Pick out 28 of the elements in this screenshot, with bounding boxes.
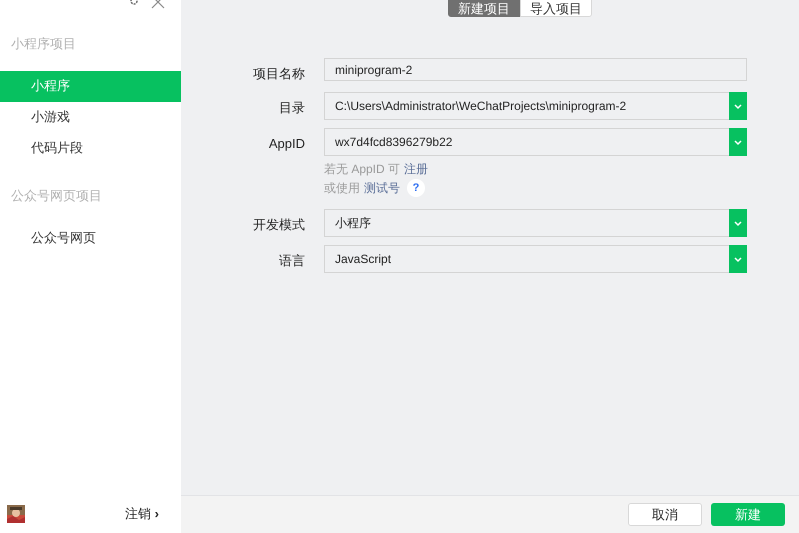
cancel-button[interactable]: 取消: [628, 503, 702, 526]
section-heading: 小程序项目: [10, 35, 77, 53]
field-label: 项目名称: [252, 65, 305, 83]
field-label: 语言: [278, 252, 305, 270]
sidebar-item[interactable]: 小游戏: [0, 102, 181, 132]
tab[interactable]: 导入项目: [520, 0, 592, 17]
field-label: AppID: [268, 134, 305, 153]
dropdown[interactable]: 小程序: [324, 208, 747, 236]
chevron-down-icon[interactable]: [729, 128, 747, 156]
hint-text: 或使用: [324, 180, 360, 197]
link[interactable]: 测试号: [364, 179, 400, 197]
sidebar-item[interactable]: 代码片段: [0, 132, 181, 164]
hint-text: 若无 AppID 可: [324, 161, 400, 178]
link[interactable]: 注册: [404, 160, 428, 178]
section-heading: 公众号网页项目: [10, 186, 103, 204]
chevron-down-icon[interactable]: [729, 208, 747, 236]
chevron-down-icon[interactable]: [729, 244, 747, 272]
field-label: 开发模式: [252, 216, 305, 234]
dropdown[interactable]: C:\Users\Administrator\WeChatProjects\miniprogram-2: [324, 92, 747, 120]
chevron-down-icon[interactable]: [729, 92, 747, 120]
field-label: 目录: [278, 98, 305, 116]
help-button[interactable]: ?: [407, 179, 425, 197]
sidebar-item[interactable]: 公众号网页: [0, 222, 181, 253]
logout-link[interactable]: 注销 ›: [125, 504, 159, 524]
project-name-field[interactable]: miniprogram-2: [324, 58, 747, 81]
dropdown[interactable]: wx7d4fcd8396279b22: [324, 128, 747, 156]
dropdown[interactable]: JavaScript: [324, 244, 747, 272]
tab[interactable]: 新建项目: [448, 0, 520, 17]
